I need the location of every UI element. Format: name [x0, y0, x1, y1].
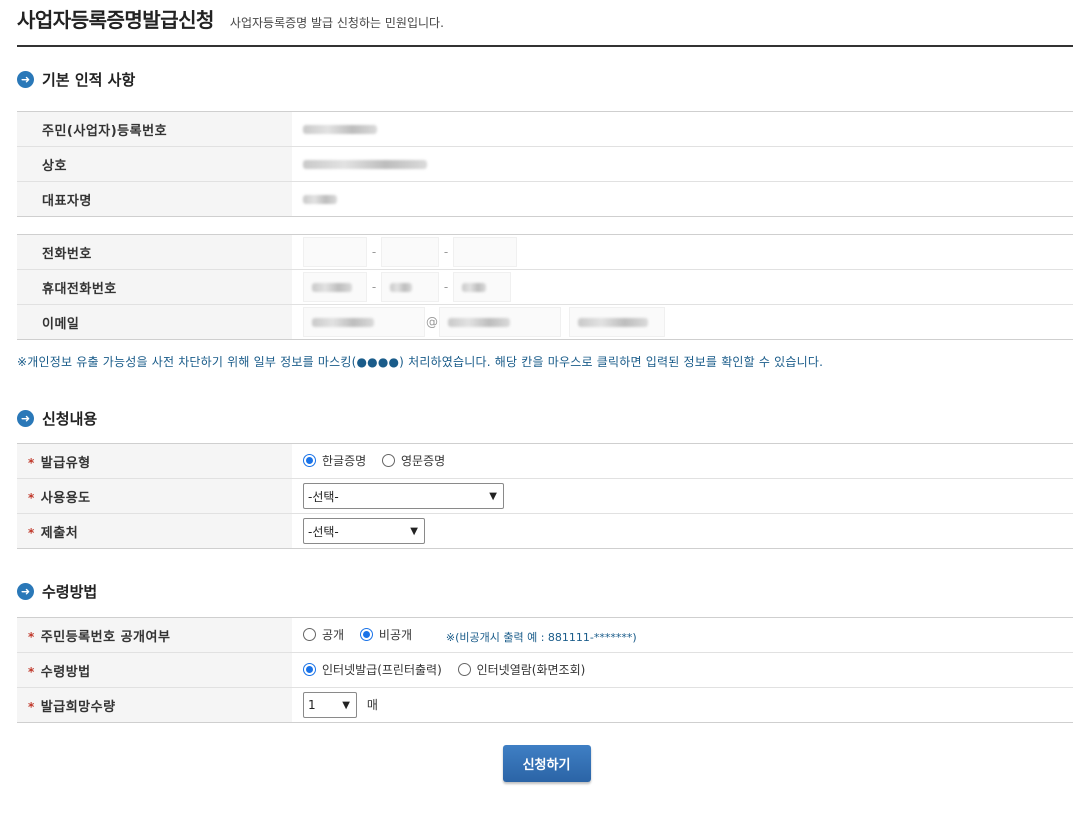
table-row: * 발급희망수량 1 ▼ 매 [17, 687, 1073, 723]
receipt-table: * 주민등록번호 공개여부 공개 비공개 ※(비공개시 출력 예 : 881111… [17, 617, 1073, 723]
phone-field-2[interactable] [381, 237, 439, 267]
table-row: * 발급유형 한글증명 영문증명 [17, 443, 1073, 479]
application-table: * 발급유형 한글증명 영문증명 * 사용용도 -선택- ▼ * 제출처 -선택- ▼ [17, 443, 1073, 549]
email-domain-select[interactable] [569, 307, 665, 337]
submit-to-header: * 제출처 [17, 513, 292, 549]
quantity-unit: 매 [366, 698, 378, 712]
radio-korean[interactable]: 한글증명 [303, 452, 366, 469]
mobile-fields: -- [292, 269, 1073, 305]
phone-fields: -- [292, 234, 1073, 270]
submit-to-label: 제출처 [40, 525, 79, 541]
table-row: 전화번호 -- [17, 234, 1073, 270]
arrow-circle-icon: ➜ [17, 70, 34, 88]
table-row: 휴대전화번호 -- [17, 269, 1073, 305]
representative-label: 대표자명 [17, 181, 292, 217]
section-application-label: 신청내용 [42, 409, 98, 428]
radio-checked-icon[interactable] [359, 627, 373, 641]
table-row: * 수령방법 인터넷발급(프린터출력) 인터넷열람(화면조회) [17, 652, 1073, 688]
section-receipt-label: 수령방법 [42, 582, 98, 601]
required-mark: * [28, 525, 35, 540]
mobile-field-2[interactable] [381, 272, 439, 302]
company-name-label: 상호 [17, 146, 292, 182]
required-mark: * [28, 629, 35, 644]
issue-type-label: 발급유형 [40, 455, 91, 471]
contact-table: 전화번호 -- 휴대전화번호 -- 이메일 @ [17, 234, 1073, 340]
radio-checked-icon[interactable] [303, 454, 316, 467]
email-domain-field[interactable] [439, 307, 561, 337]
disclose-header: * 주민등록번호 공개여부 [17, 617, 292, 653]
submit-area: 신청하기 [17, 745, 1073, 782]
radio-unchecked-icon[interactable] [303, 627, 316, 641]
usage-label: 사용용도 [40, 490, 91, 506]
phone-field-3[interactable] [453, 237, 517, 267]
quantity-header: * 발급희망수량 [17, 687, 292, 723]
method-header: * 수령방법 [17, 652, 292, 688]
section-application-title: ➜ 신청내용 [17, 408, 1073, 428]
radio-unchecked-icon[interactable] [457, 663, 471, 676]
radio-public[interactable]: 공개 [303, 626, 344, 643]
masked-value [303, 160, 427, 169]
radio-unchecked-icon[interactable] [382, 454, 395, 467]
radio-checked-icon[interactable] [303, 663, 316, 676]
disclose-label: 주민등록번호 공개여부 [40, 629, 171, 645]
email-label: 이메일 [17, 304, 292, 340]
table-row: 주민(사업자)등록번호 [17, 111, 1073, 147]
issue-type-options: 한글증명 영문증명 [292, 443, 1073, 479]
section-basic-info-title: ➜ 기본 인적 사항 [17, 69, 1073, 89]
chevron-down-icon: ▼ [410, 525, 418, 537]
masked-value [303, 195, 337, 204]
table-row: 상호 [17, 146, 1073, 182]
required-mark: * [28, 699, 35, 714]
usage-header: * 사용용도 [17, 478, 292, 514]
masked-value [303, 125, 377, 134]
basic-info-table: 주민(사업자)등록번호 상호 대표자명 [17, 111, 1073, 217]
chevron-down-icon: ▼ [489, 490, 497, 502]
issue-type-header: * 발급유형 [17, 443, 292, 479]
radio-english[interactable]: 영문증명 [382, 452, 445, 469]
registration-number-label: 주민(사업자)등록번호 [17, 111, 292, 147]
radio-view[interactable]: 인터넷열람(화면조회) [457, 661, 585, 678]
quantity-label: 발급희망수량 [40, 699, 116, 715]
required-mark: * [28, 455, 35, 470]
arrow-circle-icon: ➜ [17, 582, 34, 600]
method-options: 인터넷발급(프린터출력) 인터넷열람(화면조회) [292, 652, 1073, 688]
submit-button[interactable]: 신청하기 [502, 745, 591, 782]
chevron-down-icon: ▼ [342, 699, 350, 711]
mobile-label: 휴대전화번호 [17, 269, 292, 305]
table-row: 대표자명 [17, 181, 1073, 217]
phone-field-1[interactable] [303, 237, 367, 267]
required-mark: * [28, 490, 35, 505]
masking-notice: ※개인정보 유출 가능성을 사전 차단하기 위해 일부 정보를 마스킹(●●●●… [17, 355, 824, 369]
table-row: * 제출처 -선택- ▼ [17, 513, 1073, 549]
page-title: 사업자등록증명발급신청 [17, 8, 214, 32]
table-row: * 사용용도 -선택- ▼ [17, 478, 1073, 514]
table-row: * 주민등록번호 공개여부 공개 비공개 ※(비공개시 출력 예 : 881111… [17, 617, 1073, 653]
radio-private[interactable]: 비공개 [359, 626, 412, 643]
disclose-hint: ※(비공개시 출력 예 : 881111-*******) [445, 630, 637, 644]
quantity-select[interactable]: 1 ▼ [303, 692, 357, 718]
page-header: 사업자등록증명발급신청 사업자등록증명 발급 신청하는 민원입니다. [17, 0, 1073, 47]
arrow-circle-icon: ➜ [17, 409, 34, 427]
disclose-options: 공개 비공개 ※(비공개시 출력 예 : 881111-*******) [292, 617, 1073, 653]
section-receipt-title: ➜ 수령방법 [17, 581, 1073, 601]
mobile-field-1[interactable] [303, 272, 367, 302]
phone-label: 전화번호 [17, 234, 292, 270]
radio-print[interactable]: 인터넷발급(프린터출력) [303, 661, 442, 678]
representative-value[interactable] [292, 181, 1073, 217]
section-basic-info-label: 기본 인적 사항 [42, 70, 136, 89]
registration-number-value[interactable] [292, 111, 1073, 147]
method-label: 수령방법 [40, 664, 91, 680]
submit-to-select[interactable]: -선택- ▼ [303, 518, 425, 544]
email-id-field[interactable] [303, 307, 425, 337]
usage-select[interactable]: -선택- ▼ [303, 483, 504, 509]
page: 사업자등록증명발급신청 사업자등록증명 발급 신청하는 민원입니다. ➜ 기본 … [17, 0, 1073, 782]
table-row: 이메일 @ [17, 304, 1073, 340]
mobile-field-3[interactable] [453, 272, 511, 302]
required-mark: * [28, 664, 35, 679]
email-fields: @ [292, 304, 1073, 340]
page-subtitle: 사업자등록증명 발급 신청하는 민원입니다. [229, 16, 444, 30]
company-name-value[interactable] [292, 146, 1073, 182]
